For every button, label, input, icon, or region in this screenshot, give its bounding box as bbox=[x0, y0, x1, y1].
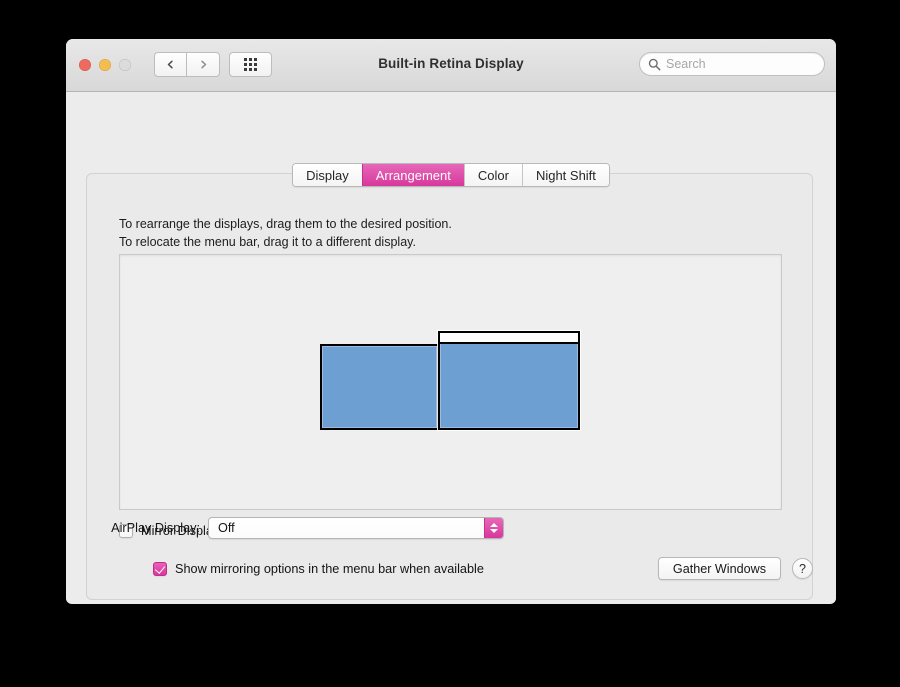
display-arrangement-canvas[interactable] bbox=[119, 254, 782, 510]
help-button[interactable]: ? bbox=[792, 558, 813, 579]
display-thumbnail-left[interactable] bbox=[320, 344, 439, 430]
tab-color[interactable]: Color bbox=[463, 164, 522, 186]
airplay-display-value: Off bbox=[218, 521, 235, 535]
airplay-display-popup-button[interactable]: Off bbox=[208, 517, 504, 539]
bottom-row: Show mirroring options in the menu bar w… bbox=[86, 557, 813, 580]
bottom-right-buttons: Gather Windows ? bbox=[657, 557, 813, 580]
search-field[interactable] bbox=[639, 52, 825, 76]
gather-windows-button[interactable]: Gather Windows bbox=[657, 557, 781, 580]
show-mirroring-options-row[interactable]: Show mirroring options in the menu bar w… bbox=[153, 561, 484, 576]
show-mirroring-options-checkbox[interactable] bbox=[153, 561, 167, 576]
tab-display[interactable]: Display bbox=[293, 164, 362, 186]
window-body: Display Arrangement Color Night Shift To… bbox=[66, 92, 836, 603]
search-icon bbox=[648, 58, 661, 70]
window-titlebar: Built-in Retina Display bbox=[66, 39, 836, 92]
airplay-display-label: AirPlay Display: bbox=[111, 521, 200, 535]
popup-stepper-arrows-icon[interactable] bbox=[484, 518, 503, 538]
tab-bar: Display Arrangement Color Night Shift bbox=[66, 163, 836, 187]
airplay-display-row: AirPlay Display: Off bbox=[86, 517, 813, 539]
instructions-text: To rearrange the displays, drag them to … bbox=[119, 215, 452, 251]
display-preferences-window: Built-in Retina Display Display Arrangem… bbox=[66, 39, 836, 604]
tab-night-shift[interactable]: Night Shift bbox=[521, 164, 609, 186]
display-thumbnail-right[interactable] bbox=[438, 331, 580, 430]
search-input[interactable] bbox=[666, 57, 816, 71]
menu-bar-strip[interactable] bbox=[440, 333, 578, 344]
tab-bar-inner: Display Arrangement Color Night Shift bbox=[292, 163, 610, 187]
instruction-line-1: To rearrange the displays, drag them to … bbox=[119, 217, 452, 231]
tab-arrangement[interactable]: Arrangement bbox=[361, 164, 464, 186]
show-mirroring-options-label: Show mirroring options in the menu bar w… bbox=[175, 561, 484, 576]
instruction-line-2: To relocate the menu bar, drag it to a d… bbox=[119, 235, 416, 249]
